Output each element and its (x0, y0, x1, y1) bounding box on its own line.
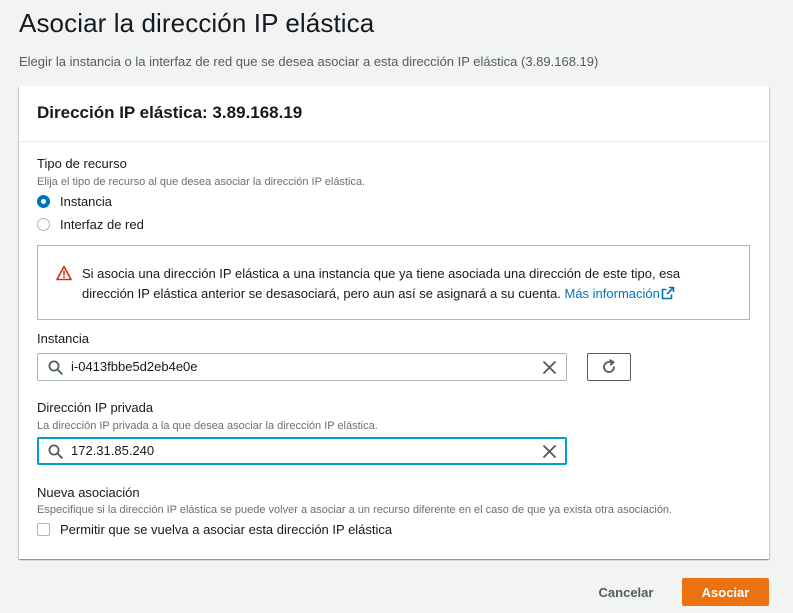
clear-icon[interactable] (542, 360, 557, 375)
radio-network-interface-label: Interfaz de red (60, 217, 144, 232)
instance-label: Instancia (37, 331, 90, 346)
warning-icon (56, 265, 72, 281)
private-ip-input[interactable]: 172.31.85.240 (37, 437, 567, 465)
reassociation-label: Nueva asociación (37, 485, 140, 500)
search-icon (48, 360, 63, 375)
instance-value: i-0413fbbe5d2eb4e0e (71, 359, 198, 374)
private-ip-label: Dirección IP privada (37, 400, 154, 415)
refresh-button[interactable] (587, 353, 631, 381)
radio-instance[interactable]: Instancia (37, 194, 112, 209)
elastic-ip-panel: Dirección IP elástica: 3.89.168.19 Tipo … (19, 86, 769, 559)
search-icon (48, 444, 63, 459)
reassociation-description: Especifique si la dirección IP elástica … (37, 504, 673, 516)
private-ip-value: 172.31.85.240 (71, 443, 155, 458)
allow-reassociation-checkbox[interactable]: Permitir que se vuelva a asociar esta di… (37, 522, 392, 537)
warning-alert: Si asocia una dirección IP elástica a un… (37, 245, 750, 320)
cancel-button[interactable]: Cancelar (588, 578, 664, 606)
instance-input[interactable]: i-0413fbbe5d2eb4e0e (37, 353, 567, 381)
refresh-icon (603, 359, 615, 373)
panel-header: Dirección IP elástica: 3.89.168.19 (19, 86, 769, 142)
private-ip-description: La dirección IP privada a la que desea a… (37, 420, 378, 432)
radio-instance-indicator[interactable] (37, 195, 50, 208)
allow-reassociation-label: Permitir que se vuelva a asociar esta di… (60, 522, 393, 537)
alert-message: Si asocia una dirección IP elástica a un… (82, 264, 722, 304)
radio-network-interface[interactable]: Interfaz de red (37, 217, 144, 232)
panel-title: Dirección IP elástica: 3.89.168.19 (37, 103, 303, 122)
external-link-icon (661, 286, 675, 300)
resource-type-description: Elija el tipo de recurso al que desea as… (37, 176, 366, 188)
more-info-link-label: Más información (564, 286, 660, 301)
page: Asociar la dirección IP elástica Elegir … (0, 0, 793, 613)
resource-type-label: Tipo de recurso (37, 156, 127, 171)
associate-button[interactable]: Asociar (682, 578, 769, 606)
page-title: Asociar la dirección IP elástica (19, 8, 375, 38)
radio-instance-label: Instancia (60, 194, 113, 209)
radio-network-interface-indicator[interactable] (37, 218, 50, 231)
checkbox-indicator[interactable] (37, 523, 50, 536)
more-info-link[interactable]: Más información (565, 286, 675, 301)
clear-icon[interactable] (542, 444, 557, 459)
page-description: Elegir la instancia o la interfaz de red… (19, 54, 599, 69)
